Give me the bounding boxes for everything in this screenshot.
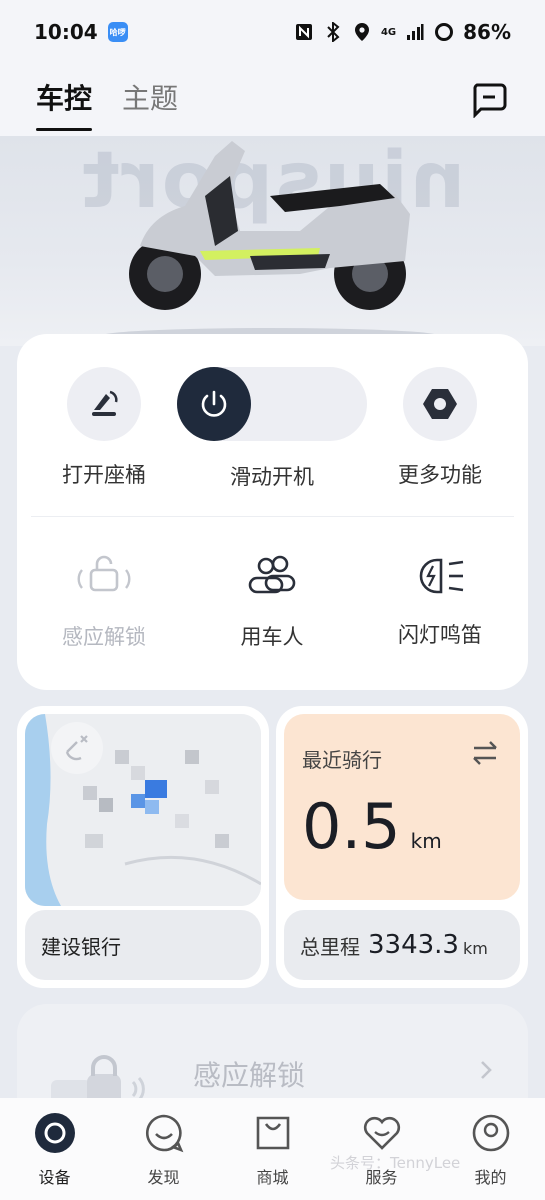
nav-profile-label: 我的 bbox=[474, 1168, 507, 1187]
ride-card[interactable]: 最近骑行 0.5 km 总里程 3343.3 km bbox=[276, 706, 528, 988]
shopping-bag-icon bbox=[256, 1116, 289, 1150]
swap-icon[interactable] bbox=[470, 738, 500, 768]
users-button[interactable]: 用车人 bbox=[209, 554, 335, 651]
power-icon bbox=[201, 390, 227, 417]
odometer-unit: km bbox=[462, 938, 488, 958]
status-time: 10:04 bbox=[34, 20, 98, 44]
network-type: 4G bbox=[380, 26, 397, 38]
odometer-pill: 总里程 3343.3 km bbox=[284, 910, 520, 980]
message-icon[interactable] bbox=[469, 82, 509, 119]
recent-ride-unit: km bbox=[410, 829, 442, 853]
recent-ride-value: 0.5 bbox=[302, 790, 401, 863]
location-icon bbox=[352, 22, 372, 42]
flash-horn-label: 闪灯鸣笛 bbox=[398, 623, 482, 647]
status-icons: 4G 86% bbox=[294, 20, 511, 44]
hex-nut-icon bbox=[423, 389, 457, 419]
nfc-icon bbox=[294, 22, 314, 42]
signal-icon bbox=[405, 22, 425, 42]
promo-label: 感应解锁 bbox=[193, 1059, 306, 1092]
bluetooth-icon bbox=[323, 22, 343, 42]
nav-discover[interactable]: 发现 bbox=[119, 1112, 209, 1188]
sense-unlock-label: 感应解锁 bbox=[62, 625, 146, 649]
slide-start-label: 滑动开机 bbox=[230, 465, 314, 489]
recent-ride-title: 最近骑行 bbox=[302, 748, 382, 772]
more-functions-label: 更多功能 bbox=[398, 463, 482, 487]
hex-icon-wrap bbox=[403, 367, 477, 441]
nav-shop-label: 商城 bbox=[256, 1168, 289, 1187]
nav-profile[interactable]: 我的 bbox=[446, 1112, 536, 1188]
tab-theme[interactable]: 主题 bbox=[122, 77, 178, 123]
tab-vehicle-control[interactable]: 车控 bbox=[36, 77, 93, 131]
battery-level: 86% bbox=[463, 20, 511, 44]
nav-device-label: 设备 bbox=[38, 1168, 71, 1187]
location-name: 建设银行 bbox=[25, 910, 261, 980]
headlight-icon bbox=[419, 558, 464, 594]
card-divider bbox=[31, 516, 514, 517]
flash-horn-button[interactable]: 闪灯鸣笛 bbox=[377, 554, 503, 649]
map-view[interactable] bbox=[25, 714, 261, 906]
nav-shop[interactable]: 商城 bbox=[228, 1112, 318, 1188]
open-seat-button[interactable]: 打开座桶 bbox=[41, 367, 167, 489]
status-bar: 10:04 哈啰 4G 86% bbox=[0, 0, 545, 64]
top-tabs: 车控 主题 bbox=[0, 64, 545, 136]
app-badge-icon: 哈啰 bbox=[107, 22, 128, 42]
recent-ride-box[interactable]: 最近骑行 0.5 km bbox=[284, 714, 520, 900]
heart-icon bbox=[363, 1116, 400, 1150]
nav-device[interactable]: 设备 bbox=[10, 1112, 100, 1188]
pixelated-map bbox=[25, 714, 261, 906]
scooter-image bbox=[100, 141, 440, 344]
chevron-right-icon[interactable] bbox=[478, 1058, 494, 1082]
odometer-label: 总里程 bbox=[300, 934, 360, 959]
vehicle-control-card: 打开座桶 滑动开机 更多功能 感应解锁 用车人 闪灯鸣笛 bbox=[17, 334, 528, 690]
source-watermark: 头条号：TennyLee bbox=[330, 1154, 461, 1172]
open-seat-label: 打开座桶 bbox=[62, 463, 146, 487]
slide-to-start-slider[interactable] bbox=[177, 367, 367, 441]
bottom-navigation: 设备 发现 商城 服务 我的 bbox=[0, 1098, 545, 1200]
users-icon bbox=[248, 555, 296, 594]
nav-discover-label: 发现 bbox=[147, 1168, 180, 1187]
battery-ring-icon bbox=[434, 22, 454, 42]
proximity-lock-icon bbox=[77, 555, 131, 592]
seat-icon bbox=[92, 390, 118, 416]
hero-scooter-banner: niusport bbox=[0, 136, 545, 346]
profile-icon bbox=[472, 1114, 509, 1152]
power-knob[interactable] bbox=[177, 367, 251, 441]
users-label: 用车人 bbox=[240, 625, 304, 649]
nav-service[interactable]: 服务 bbox=[337, 1112, 427, 1188]
map-card[interactable]: 建设银行 bbox=[17, 706, 269, 988]
seat-icon-wrap bbox=[67, 367, 141, 441]
device-icon bbox=[34, 1113, 75, 1153]
more-functions-button[interactable]: 更多功能 bbox=[377, 367, 503, 489]
discover-smile-icon bbox=[145, 1114, 183, 1153]
sense-unlock-button[interactable]: 感应解锁 bbox=[41, 554, 167, 651]
odometer-value: 3343.3 bbox=[368, 930, 459, 960]
